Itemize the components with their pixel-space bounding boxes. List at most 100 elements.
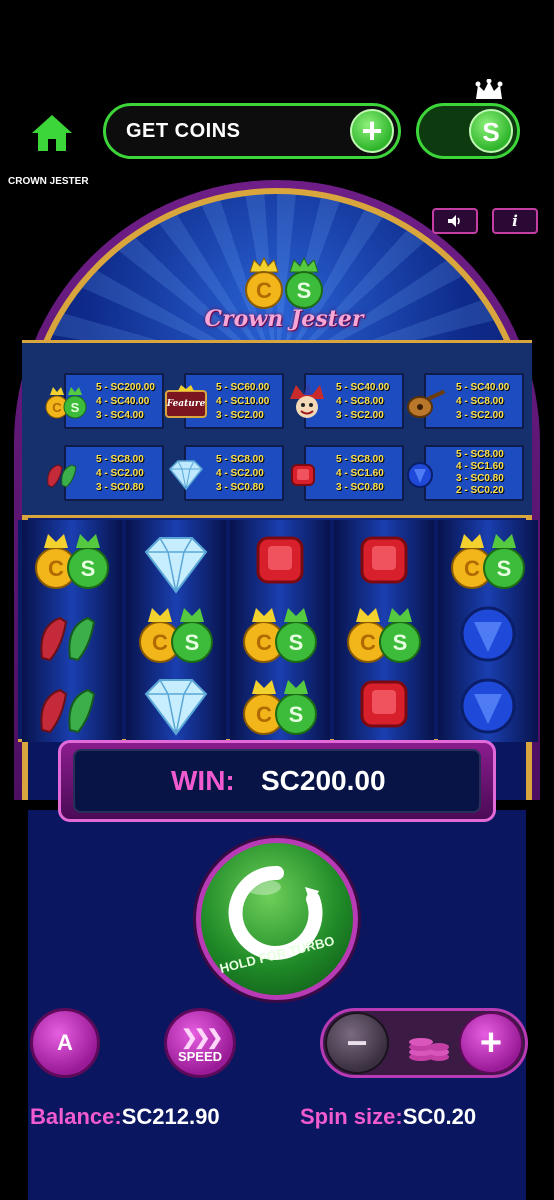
ruby-icon [291,464,315,486]
feature-label: Feature [166,399,206,409]
home-icon[interactable] [30,113,74,153]
paytable-lines: 5 - SC8.00 4 - SC1.60 3 - SC0.80 2 - SC0… [456,449,504,496]
minus-icon: − [346,1022,368,1063]
speaker-icon [448,215,460,227]
coin-crowns-symbol: C S [243,608,317,663]
svg-text:C: C [256,702,272,727]
reels-area: C S C S C S C S C S C S [18,520,538,742]
lute-icon [407,389,446,418]
ruby-symbol [360,536,408,584]
jester-icon [290,383,324,418]
win-panel: WIN: SC200.00 [58,740,496,822]
fast-forward-icon: ❯❯❯ [181,1027,223,1049]
info-button[interactable]: i [492,208,538,234]
coin-crowns-symbol: C S [243,680,317,735]
autoplay-button[interactable]: A [30,1008,100,1078]
svg-text:S: S [297,278,312,303]
reel-5: C S [438,520,538,742]
paytable-item: 5 - SC40.00 4 - SC8.00 3 - SC2.00 [284,373,404,429]
plus-icon: + [361,110,383,151]
logo-coins-icon: C S [245,256,323,309]
balance-value: SC212.90 [121,1104,220,1129]
paytable-item: 5 - SC8.00 4 - SC2.00 3 - SC0.80 [164,445,284,501]
increase-bet-button[interactable]: + [459,1012,523,1074]
coin-crowns-symbol: C S [347,608,421,663]
ruby-symbol [360,680,408,728]
autoplay-label: A [57,1030,73,1055]
win-display: WIN: SC200.00 [73,749,481,813]
paytable-item: 5 - SC200.00 4 - SC40.00 3 - SC4.00 C S [44,373,164,429]
paytable-lines: 5 - SC8.00 4 - SC2.00 3 - SC0.80 [96,454,144,493]
paytable-lines: 5 - SC200.00 4 - SC40.00 3 - SC4.00 [96,382,155,421]
win-label: WIN: [171,765,235,796]
svg-text:S: S [289,630,304,655]
svg-text:C: C [48,556,64,581]
crown-icon [475,79,503,99]
svg-text:C: C [256,278,272,303]
diamond-icon [168,460,204,491]
svg-text:S: S [185,630,200,655]
sapphire-icon [407,462,433,488]
svg-text:C: C [52,400,62,415]
sweeps-coin-label: S [482,117,500,147]
spin-size-value: SC0.20 [402,1104,477,1129]
reel-3: C S C S [230,520,330,742]
sapphire-symbol [460,606,516,662]
currency-toggle[interactable]: S [416,103,520,159]
svg-text:S: S [289,702,304,727]
coin-stack-icon [409,1038,449,1061]
paytable-item: 5 - SC8.00 4 - SC2.00 3 - SC0.80 [44,445,164,501]
svg-text:S: S [81,556,96,581]
reel-2: C S [126,520,226,742]
add-coins-button[interactable]: + [350,109,394,153]
reel-4: C S [334,520,434,742]
jester-shoes-symbol [40,616,96,662]
diamond-symbol [144,679,208,736]
plus-icon: + [479,1022,503,1064]
paytable-item: 5 - SC8.00 4 - SC1.60 3 - SC0.80 [284,445,404,501]
win-amount: SC200.00 [261,765,386,796]
get-coins-label: GET COINS [126,120,241,142]
bet-control: − + [320,1008,528,1078]
jester-shoes-symbol [40,688,96,734]
spin-size-label: Spin size: [300,1104,403,1129]
svg-text:C: C [152,630,168,655]
paytable-lines: 5 - SC60.00 4 - SC10.00 3 - SC2.00 [216,382,270,421]
sapphire-symbol [460,678,516,734]
paytable-lines: 5 - SC40.00 4 - SC8.00 3 - SC2.00 [456,382,510,421]
paytable-lines: 5 - SC8.00 4 - SC2.00 3 - SC0.80 [216,454,264,493]
paytable: 5 - SC200.00 4 - SC40.00 3 - SC4.00 C S … [22,340,532,518]
paytable-item: 5 - SC60.00 4 - SC10.00 3 - SC2.00 Featu… [164,373,284,429]
paytable-item: 5 - SC8.00 4 - SC1.60 3 - SC0.80 2 - SC0… [404,445,524,501]
coin-crowns-symbol: C S [35,534,109,589]
svg-text:C: C [464,556,480,581]
sweeps-coin-knob: S [469,109,513,153]
spin-size: Spin size:SC0.20 [300,1104,476,1130]
sound-button[interactable] [432,208,478,234]
speed-label: SPEED [177,1049,223,1064]
coin-crowns-symbol: C S [139,608,213,663]
svg-text:S: S [393,630,408,655]
logo-text: Crown Jester [204,306,364,332]
spin-button[interactable]: HOLD FOR TURBO [196,838,358,1000]
svg-text:S: S [71,400,80,415]
coin-crowns-icon: C S [45,387,87,419]
jester-shoes-icon [47,464,77,488]
coin-crowns-symbol: C S [451,534,525,589]
svg-text:S: S [497,556,512,581]
get-coins-button[interactable]: GET COINS + [103,103,401,159]
svg-text:C: C [256,630,272,655]
balance-label: Balance: [30,1104,122,1129]
svg-text:C: C [360,630,376,655]
top-bar: GET COINS + S [0,79,554,175]
paytable-lines: 5 - SC8.00 4 - SC1.60 3 - SC0.80 [336,454,384,493]
balance: Balance:SC212.90 [30,1104,220,1130]
reel-1: C S [22,520,122,742]
speed-button[interactable]: ❯❯❯ SPEED [164,1008,236,1078]
diamond-symbol [144,537,208,594]
ruby-symbol [256,536,304,584]
game-logo: C S Crown Jester [194,256,374,338]
paytable-lines: 5 - SC40.00 4 - SC8.00 3 - SC2.00 [336,382,390,421]
decrease-bet-button[interactable]: − [325,1012,389,1074]
paytable-item: 5 - SC40.00 4 - SC8.00 3 - SC2.00 [404,373,524,429]
